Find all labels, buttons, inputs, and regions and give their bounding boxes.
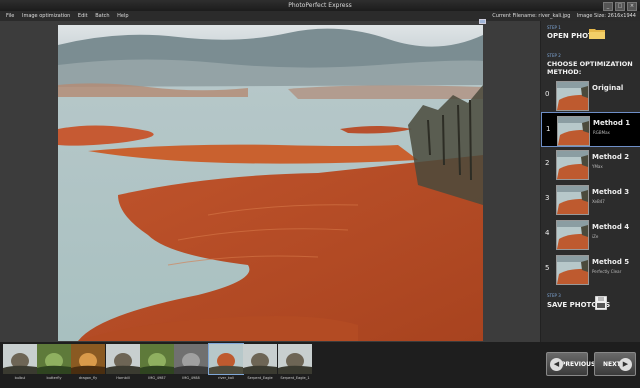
menu-batch[interactable]: Batch	[95, 13, 109, 19]
thumbnail-item[interactable]: IMG_4987	[140, 344, 174, 386]
method-name: Method 3	[592, 188, 630, 196]
method-number: 3	[545, 194, 550, 202]
thumbnail-image	[71, 344, 105, 374]
menu-help[interactable]: Help	[117, 13, 128, 19]
maximize-button[interactable]: □	[615, 2, 625, 11]
method-option-5[interactable]: 5 Method 5 Perfectly Clear	[541, 252, 640, 287]
save-icon[interactable]	[595, 296, 607, 310]
thumbnail-image	[208, 343, 244, 375]
previous-label: PREVIOUS	[561, 361, 596, 368]
folder-icon[interactable]	[589, 27, 605, 39]
thumbnail-image	[174, 344, 208, 374]
menu-bar: File Image optimization Edit Batch Help …	[0, 11, 640, 21]
title-bar: PhotoPerfect Express _ □ ×	[0, 0, 640, 11]
window-controls: _ □ ×	[603, 2, 637, 11]
method-thumbnail	[556, 255, 589, 285]
thumbnail-image	[3, 344, 37, 374]
thumbnail-caption: Hornbill	[116, 376, 130, 380]
thumbnail-caption: river_kali	[218, 376, 234, 380]
method-thumbnail	[557, 116, 590, 146]
previous-button[interactable]: ◀ PREVIOUS	[546, 352, 595, 376]
method-name: Method 2	[592, 153, 630, 161]
arrow-left-icon: ◀	[550, 358, 563, 371]
thumbnail-item[interactable]: Serpent_Eagle_1	[278, 344, 312, 386]
thumbnail-item[interactable]: IMG_4988	[174, 344, 208, 386]
thumbnail-item[interactable]: river_kali	[208, 343, 244, 386]
step2-label: STEP 2	[547, 53, 561, 58]
method-option-0[interactable]: 0 Original	[541, 78, 640, 113]
thumbnail-image	[106, 344, 140, 374]
thumbnail-caption: Serpent_Eagle	[247, 376, 273, 380]
method-thumbnail	[556, 185, 589, 215]
method-thumbnail	[556, 81, 589, 111]
method-subtitle: Perfectly Clear	[592, 269, 622, 274]
method-number: 1	[546, 125, 551, 133]
thumbnail-item[interactable]: dragon_fly	[71, 344, 105, 386]
method-name: Original	[592, 84, 624, 92]
choose-method-title: CHOOSE OPTIMIZATION METHOD:	[547, 60, 633, 76]
file-info: Current Filename: river_kali.jpg Image S…	[492, 11, 636, 21]
method-option-1[interactable]: 1 Method 1 RGBMax	[541, 112, 640, 147]
method-option-4[interactable]: 4 Method 4 iZe	[541, 217, 640, 252]
minimize-button[interactable]: _	[603, 2, 613, 11]
next-button[interactable]: NEXT ▶	[594, 352, 636, 376]
workflow-panel: STEP 1 OPEN PHOTO STEP 2 CHOOSE OPTIMIZA…	[540, 21, 640, 342]
method-number: 4	[545, 229, 550, 237]
current-filename: Current Filename: river_kali.jpg	[492, 13, 571, 19]
thumbnail-caption: bulbul	[14, 376, 26, 380]
thumbnail-caption: butterfly	[46, 376, 62, 380]
image-size: Image Size: 2616x1944	[576, 13, 636, 19]
menu-image-optimization[interactable]: Image optimization	[22, 13, 70, 19]
thumbnail-item[interactable]: bulbul	[3, 344, 37, 386]
main-photo[interactable]	[58, 25, 483, 341]
method-subtitle: RGBMax	[593, 130, 610, 135]
thumbnail-item[interactable]: butterfly	[37, 344, 71, 386]
method-name: Method 4	[592, 223, 630, 231]
thumbnail-image	[140, 344, 174, 374]
thumbnail-item[interactable]: Hornbill	[106, 344, 140, 386]
thumbnail-image	[37, 344, 71, 374]
thumbnail-caption: dragon_fly	[78, 376, 98, 380]
method-thumbnail	[556, 150, 589, 180]
method-subtitle: YMax	[592, 164, 603, 169]
method-number: 5	[545, 264, 550, 272]
arrow-right-icon: ▶	[619, 358, 632, 371]
thumbnail-caption: Serpent_Eagle_1	[280, 376, 310, 380]
method-option-2[interactable]: 2 Method 2 YMax	[541, 147, 640, 182]
zoom-marker-icon[interactable]	[479, 19, 486, 24]
thumbnail-caption: IMG_4987	[148, 376, 166, 380]
app-title: PhotoPerfect Express	[288, 2, 352, 9]
thumbnail-image	[278, 344, 312, 374]
method-number: 0	[545, 90, 550, 98]
step3-label: STEP 3	[547, 293, 561, 298]
close-button[interactable]: ×	[627, 2, 637, 11]
method-name: Method 5	[592, 258, 630, 266]
method-subtitle: iZe	[592, 234, 599, 239]
thumbnail-item[interactable]: Serpent_Eagle	[243, 344, 277, 386]
menu-edit[interactable]: Edit	[78, 13, 88, 19]
method-option-3[interactable]: 3 Method 3 XeB47	[541, 182, 640, 217]
step1-label: STEP 1	[547, 25, 561, 30]
method-number: 2	[545, 159, 550, 167]
method-thumbnail	[556, 220, 589, 250]
thumbnail-image	[243, 344, 277, 374]
thumbnail-caption: IMG_4988	[182, 376, 200, 380]
method-name: Method 1	[593, 119, 631, 127]
method-subtitle: XeB47	[592, 199, 605, 204]
menu-file[interactable]: File	[6, 13, 14, 19]
